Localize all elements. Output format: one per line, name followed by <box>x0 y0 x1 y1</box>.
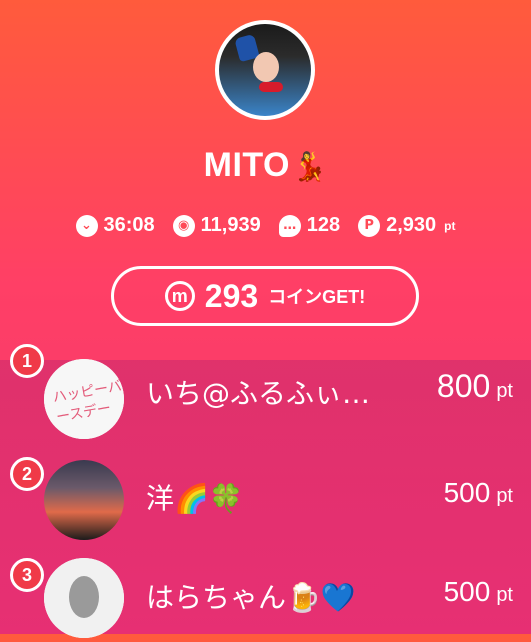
avatar-face <box>69 576 99 618</box>
rank-points: 500 pt <box>444 477 513 509</box>
avatar-image <box>44 460 124 540</box>
rank-user-name: いち@ふるふぃ… <box>146 377 371 410</box>
rank-points-suffix: pt <box>496 485 513 507</box>
rank-points: 800 pt <box>437 368 513 405</box>
stat-comments-value: 128 <box>306 214 341 236</box>
dancer-emoji: 💃 <box>292 151 328 182</box>
rank-points-value: 500 <box>443 477 491 508</box>
coin-get-label: コインGET! <box>268 287 366 307</box>
profile-name: MITO💃 <box>0 146 531 185</box>
rank-number: 1 <box>21 350 32 371</box>
stat-views: ◉ 11,939 <box>172 214 261 237</box>
stat-time: ⌄ 36:08 <box>75 214 155 237</box>
rank-avatar <box>44 460 124 540</box>
rank-points-value: 800 <box>436 368 491 404</box>
rank-user-name: はらちゃん🍺💙 <box>146 581 356 614</box>
avatar-caption: ハッピーバースデー <box>51 378 124 426</box>
rank-user-name: 洋🌈🍀 <box>146 482 244 515</box>
chevron-down-icon: ⌄ <box>75 214 98 237</box>
rank-points: 500 pt <box>444 576 513 608</box>
avatar-image <box>44 558 124 638</box>
list-item[interactable]: 3 はらちゃん🍺💙 500 pt <box>0 552 531 642</box>
rank-number: 2 <box>21 463 32 484</box>
m-coin-icon: m <box>164 281 195 311</box>
avatar-collar <box>259 82 283 92</box>
rank-points-suffix: pt <box>496 380 513 402</box>
coin-count: 293 <box>204 277 259 314</box>
rank-points-value: 500 <box>443 576 491 607</box>
list-item[interactable]: 2 洋🌈🍀 500 pt <box>0 455 531 545</box>
avatar-image <box>219 24 311 116</box>
rank-avatar <box>44 558 124 638</box>
ranking-list: ハッピーバースデー 1 いち@ふるふぃ… 800pt 2 洋🌈🍀 500pt <box>0 344 531 638</box>
stat-time-value: 36:08 <box>103 214 155 236</box>
avatar-face <box>253 52 279 82</box>
stat-points-suffix: pt <box>444 218 456 233</box>
avatar[interactable] <box>215 20 315 120</box>
stat-points: P 2,930 pt <box>358 214 456 237</box>
p-badge-icon: P <box>358 214 381 237</box>
list-item[interactable]: ハッピーバースデー 1 いち@ふるふぃ… 800 pt <box>0 344 531 444</box>
rank-badge: 3 <box>10 558 44 592</box>
signal-icon: ◉ <box>172 214 195 237</box>
stat-views-value: 11,939 <box>200 214 261 236</box>
profile-name-text: MITO <box>203 146 290 184</box>
rank-badge: 2 <box>10 457 44 491</box>
profile-header: MITO💃 ⌄ 36:08 ◉ 11,939 … 128 P 2,930 pt … <box>0 0 531 360</box>
stat-points-value: 2,930 <box>386 214 437 236</box>
rank-points-suffix: pt <box>496 584 513 606</box>
stat-comments: … 128 <box>278 214 341 237</box>
profile-stats: ⌄ 36:08 ◉ 11,939 … 128 P 2,930 pt <box>0 214 531 237</box>
rank-number: 3 <box>21 564 32 585</box>
avatar-image: ハッピーバースデー <box>44 359 124 439</box>
chat-bubble-icon: … <box>278 214 301 237</box>
coin-get-button[interactable]: m 293 コインGET! <box>111 266 419 326</box>
rank-avatar: ハッピーバースデー <box>44 359 124 439</box>
rank-badge: 1 <box>10 344 44 378</box>
